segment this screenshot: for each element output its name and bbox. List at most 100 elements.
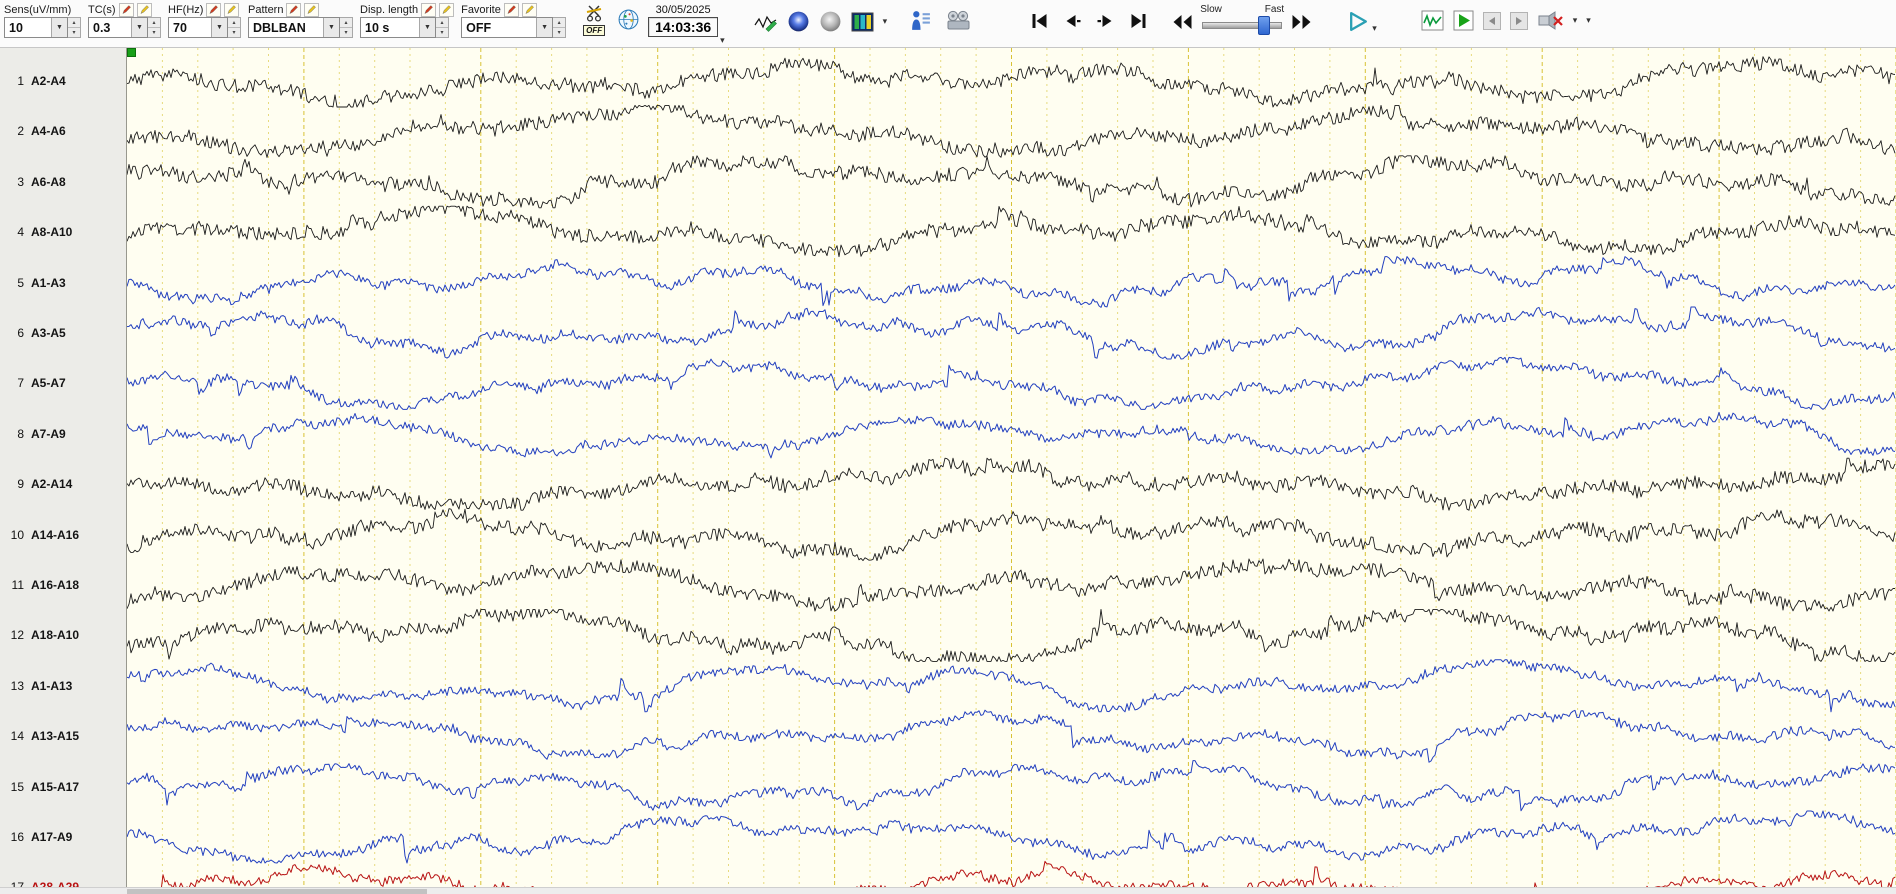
- step-back-button[interactable]: [1062, 11, 1083, 31]
- channel-label: A17-A9: [31, 830, 73, 844]
- channel-number: 13: [10, 678, 24, 693]
- edit-icon[interactable]: [206, 2, 222, 17]
- channel-label: A8-A10: [31, 225, 73, 240]
- channel-row[interactable]: 14 A13-A15: [0, 727, 126, 745]
- edit-icon[interactable]: [286, 2, 302, 17]
- toolbar: Sens(uV/mm) 10 ▼ ▴ ▾ TC(s) 0.3 ▼ ▴ ▾ HF(Hz) 70 ▼ ▴ ▾ Pa…: [0, 0, 1896, 48]
- video-button[interactable]: [946, 10, 971, 31]
- step-forward-button[interactable]: [1095, 11, 1116, 31]
- combo-arrow-icon[interactable]: ▼: [131, 18, 147, 37]
- channel-number: 7: [17, 376, 24, 391]
- sens-spinner[interactable]: ▴ ▾: [68, 17, 81, 38]
- favorite-spinner[interactable]: ▴ ▾: [553, 17, 567, 38]
- sens-dropdown[interactable]: 10 ▼: [4, 17, 68, 38]
- channel-row[interactable]: 1 A2-A4: [0, 72, 126, 90]
- channel-row[interactable]: 5 A1-A3: [0, 274, 126, 292]
- combo-arrow-icon[interactable]: ▼: [536, 18, 553, 37]
- trend-graph-button[interactable]: [753, 12, 778, 32]
- edit-icon[interactable]: [503, 2, 519, 17]
- horizontal-scrollbar[interactable]: [0, 887, 1896, 894]
- edit-icon[interactable]: [439, 2, 455, 17]
- disp-dropdown[interactable]: 10 s ▼: [360, 17, 436, 38]
- channel-number: 5: [17, 275, 24, 290]
- color-map-icon: [851, 12, 874, 31]
- channel-row[interactable]: 4 A8-A10: [0, 223, 126, 241]
- prune-button[interactable]: OFF: [583, 4, 606, 36]
- play-icon: [1350, 11, 1368, 32]
- favorite-dropdown[interactable]: OFF ▼: [461, 17, 554, 38]
- channel-row[interactable]: 6 A3-A5: [0, 324, 126, 342]
- speed-slider-handle[interactable]: [1258, 16, 1271, 35]
- color-map-button[interactable]: [851, 12, 874, 32]
- speed-slider-track[interactable]: [1202, 22, 1283, 29]
- more-menu-caret-icon[interactable]: ▾: [1586, 16, 1591, 25]
- audio-mute-button[interactable]: [1537, 9, 1564, 32]
- channel-row[interactable]: 3 A6-A8: [0, 173, 126, 191]
- combo-arrow-icon[interactable]: ▼: [211, 18, 227, 37]
- channel-number: 12: [10, 628, 24, 643]
- hf-dropdown[interactable]: 70 ▼: [168, 17, 228, 38]
- channel-row[interactable]: 15 A15-A17: [0, 778, 126, 796]
- play-button[interactable]: [1347, 10, 1370, 33]
- channel-number: 2: [17, 124, 24, 139]
- fast-forward-button[interactable]: [1290, 12, 1313, 32]
- rewind-button[interactable]: [1171, 12, 1194, 32]
- disp-spinner[interactable]: ▴ ▾: [436, 17, 449, 38]
- edit-icon[interactable]: [118, 2, 134, 17]
- channel-row[interactable]: 8 A7-A9: [0, 425, 126, 443]
- edit-icon[interactable]: [224, 2, 240, 17]
- waveform-area[interactable]: [127, 48, 1896, 888]
- edit-icon[interactable]: [136, 2, 152, 17]
- scrollbar-thumb[interactable]: [127, 889, 427, 894]
- edit-icon[interactable]: [304, 2, 320, 17]
- speed-slider[interactable]: Slow Fast: [1200, 4, 1284, 38]
- channel-row[interactable]: 7 A5-A7: [0, 374, 126, 392]
- patient-info-button[interactable]: [909, 9, 932, 32]
- edit-icon[interactable]: [521, 2, 537, 17]
- tool-menu-caret-icon[interactable]: ▾: [1573, 16, 1578, 25]
- channel-row[interactable]: 9 A2-A14: [0, 475, 126, 493]
- review-play-button[interactable]: [1453, 10, 1474, 31]
- favorite-label: Favorite: [461, 3, 501, 16]
- combo-arrow-icon[interactable]: ▼: [323, 18, 339, 37]
- toolbar-field-hf: HF(Hz) 70 ▼ ▴ ▾: [168, 2, 241, 38]
- page-right-button[interactable]: [1509, 11, 1528, 30]
- channel-row[interactable]: 13 A1-A13: [0, 677, 126, 695]
- skip-end-icon: [1131, 14, 1146, 28]
- rewind-icon: [1173, 15, 1192, 29]
- channel-number: 14: [10, 729, 24, 744]
- pattern-spinner[interactable]: ▴ ▾: [340, 17, 353, 38]
- channel-row[interactable]: 11 A16-A18: [0, 576, 126, 594]
- page-start-marker: [127, 48, 136, 57]
- combo-arrow-icon[interactable]: ▼: [419, 18, 435, 37]
- brain-map-button[interactable]: [787, 10, 810, 33]
- tc-dropdown[interactable]: 0.3 ▼: [88, 17, 148, 38]
- channel-label: A1-A3: [31, 275, 66, 290]
- channel-row[interactable]: 2 A4-A6: [0, 122, 126, 140]
- combo-arrow-icon[interactable]: ▼: [51, 18, 67, 37]
- sphere-map-button[interactable]: [819, 10, 842, 33]
- toolbar-field-disp: Disp. length 10 s ▼ ▴ ▾: [360, 2, 455, 38]
- speed-controls: Slow Fast: [1171, 4, 1313, 38]
- channel-row[interactable]: 10 A14-A16: [0, 526, 126, 544]
- channel-label: A2-A4: [31, 74, 66, 88]
- wave-review-button[interactable]: [1421, 10, 1444, 31]
- skip-end-button[interactable]: [1128, 11, 1149, 31]
- channel-row[interactable]: 12 A18-A10: [0, 626, 126, 644]
- skip-start-button[interactable]: [1029, 11, 1050, 31]
- page-left-button[interactable]: [1482, 11, 1501, 30]
- network-button[interactable]: [617, 8, 640, 36]
- channel-number: 10: [10, 527, 24, 542]
- pattern-dropdown[interactable]: DBLBAN ▼: [248, 17, 340, 38]
- time-label: 14:03:36: [648, 17, 719, 37]
- map-menu-caret-icon[interactable]: ▾: [883, 17, 888, 26]
- channel-row[interactable]: 16 A17-A9: [0, 828, 126, 846]
- edit-icon[interactable]: [421, 2, 437, 17]
- speed-slow-label: Slow: [1200, 4, 1222, 15]
- play-menu-caret-icon[interactable]: ▾: [1372, 24, 1377, 33]
- hf-spinner[interactable]: ▴ ▾: [228, 17, 241, 38]
- time-menu-caret-icon[interactable]: ▾: [720, 36, 725, 45]
- channel-label: A18-A10: [31, 628, 80, 643]
- page-right-icon: [1515, 16, 1522, 25]
- tc-spinner[interactable]: ▴ ▾: [148, 17, 161, 38]
